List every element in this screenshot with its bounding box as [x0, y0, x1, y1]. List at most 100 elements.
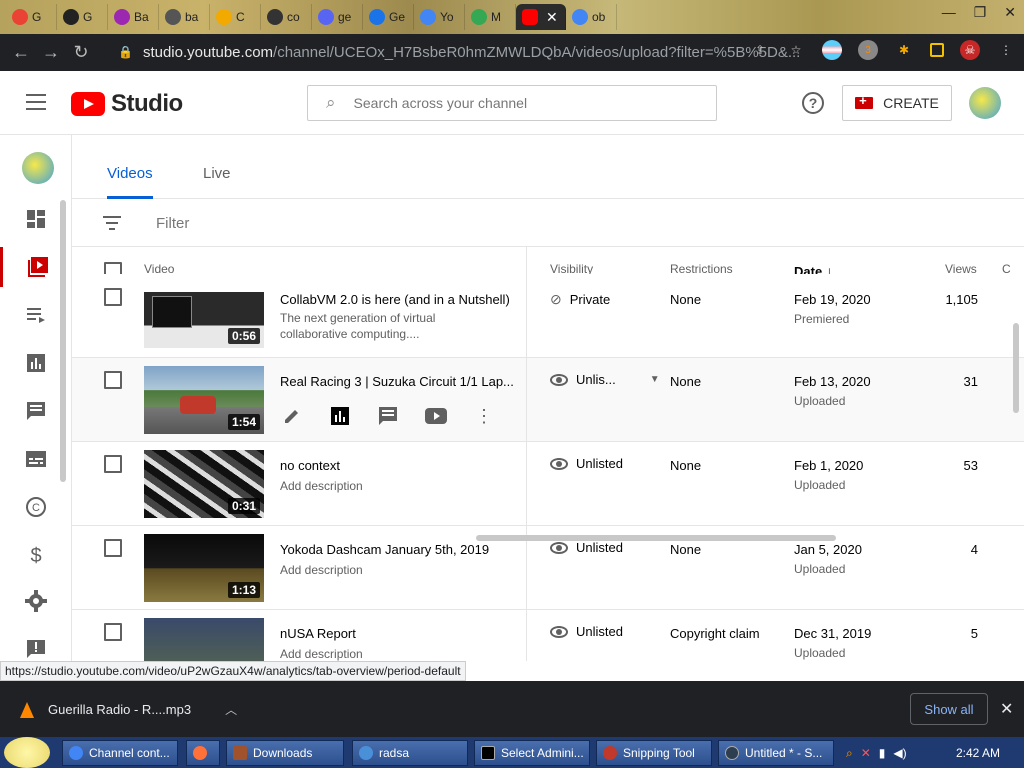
taskbar-item-admin-console[interactable]: Select Admini...: [474, 740, 590, 766]
browser-tab[interactable]: G: [6, 4, 57, 30]
edit-pencil-icon[interactable]: [280, 404, 304, 428]
close-tab-icon[interactable]: ✕: [546, 9, 558, 26]
tab-videos[interactable]: Videos: [107, 165, 153, 182]
back-arrow-icon[interactable]: ←: [6, 42, 36, 63]
browser-tab[interactable]: Yo: [414, 4, 465, 30]
video-title[interactable]: no context: [280, 458, 515, 473]
row-checkbox[interactable]: [104, 288, 122, 306]
channel-avatar[interactable]: [22, 152, 54, 184]
youtube-play-icon[interactable]: [424, 404, 448, 428]
video-thumbnail[interactable]: 1:54: [144, 366, 264, 434]
browser-tab[interactable]: Ba: [108, 4, 159, 30]
filter-bar[interactable]: Filter: [72, 199, 1024, 247]
browser-tab[interactable]: C: [210, 4, 261, 30]
browser-tab-active[interactable]: ✕: [516, 4, 566, 30]
monetization-nav-icon[interactable]: $: [0, 535, 72, 575]
hamburger-menu-icon[interactable]: [26, 94, 46, 110]
video-thumbnail[interactable]: [144, 618, 264, 661]
close-window-icon[interactable]: ✕: [1004, 4, 1016, 21]
row-checkbox[interactable]: [104, 371, 122, 389]
settings-gear-icon[interactable]: [0, 581, 72, 621]
chevron-up-icon[interactable]: ︿: [225, 701, 237, 718]
comments-icon[interactable]: [376, 404, 400, 428]
youtube-studio-logo[interactable]: Studio: [71, 90, 183, 118]
video-thumbnail[interactable]: 0:56: [144, 292, 264, 348]
reload-icon[interactable]: ↻: [66, 42, 96, 63]
forward-arrow-icon[interactable]: →: [36, 42, 66, 63]
taskbar-item-chrome[interactable]: Channel cont...: [62, 740, 178, 766]
share-icon[interactable]: ⇪: [750, 40, 770, 60]
show-all-button[interactable]: Show all: [910, 693, 988, 725]
browser-tab[interactable]: Ge: [363, 4, 414, 30]
table-row[interactable]: 0:31 no context Add description Unlisted…: [72, 442, 1024, 526]
clock[interactable]: 2:42 AM: [956, 746, 1000, 760]
table-row[interactable]: 0:56 CollabVM 2.0 is here (and in a Nuts…: [72, 274, 1024, 358]
visibility-cell[interactable]: Unlisted: [550, 456, 623, 471]
browser-tab[interactable]: co: [261, 4, 312, 30]
pride-flag-extension-icon[interactable]: [822, 40, 842, 60]
video-title[interactable]: nUSA Report: [280, 626, 515, 641]
extensions-puzzle-icon[interactable]: ✱: [894, 40, 914, 60]
browser-tab[interactable]: ba: [159, 4, 210, 30]
create-button[interactable]: CREATE: [842, 85, 952, 121]
visibility-cell[interactable]: ⊘ Private: [550, 291, 610, 308]
eye-off-icon: ⊘: [550, 291, 562, 307]
battery-icon[interactable]: ▮: [879, 746, 886, 760]
search-icon[interactable]: ⌕: [846, 746, 853, 761]
tab-live[interactable]: Live: [203, 165, 231, 182]
more-options-icon[interactable]: ⋮: [472, 404, 496, 428]
video-title[interactable]: Real Racing 3 | Suzuka Circuit 1/1 Lap..…: [280, 374, 515, 389]
add-description-link[interactable]: Add description: [280, 478, 480, 494]
browser-tab[interactable]: G: [57, 4, 108, 30]
download-item[interactable]: Guerilla Radio - R....mp3 ︿: [20, 701, 237, 718]
horizontal-scrollbar[interactable]: [476, 535, 836, 541]
row-checkbox[interactable]: [104, 455, 122, 473]
video-title[interactable]: Yokoda Dashcam January 5th, 2019: [280, 542, 515, 557]
close-icon[interactable]: ✕: [1000, 699, 1013, 719]
profile-icon[interactable]: ☠: [960, 40, 980, 60]
filter-icon[interactable]: [103, 216, 121, 230]
taskbar-item-downloads[interactable]: Downloads: [226, 740, 344, 766]
start-button[interactable]: [4, 737, 50, 768]
browser-tab[interactable]: ge: [312, 4, 363, 30]
browser-menu-icon[interactable]: ⋮: [996, 40, 1016, 60]
filter-input[interactable]: Filter: [156, 215, 189, 232]
taskbar-item-firefox[interactable]: [186, 740, 220, 766]
dropdown-caret-icon[interactable]: ▼: [650, 374, 660, 385]
browser-tab[interactable]: M: [465, 4, 516, 30]
row-checkbox[interactable]: [104, 623, 122, 641]
visibility-cell[interactable]: Unlis... ▼: [550, 372, 660, 387]
row-checkbox[interactable]: [104, 539, 122, 557]
video-thumbnail[interactable]: 1:13: [144, 534, 264, 602]
analytics-icon[interactable]: [328, 404, 352, 428]
table-row[interactable]: 1:54 Real Racing 3 | Suzuka Circuit 1/1 …: [72, 358, 1024, 442]
add-description-link[interactable]: Add description: [280, 562, 480, 578]
browser-navbar: ← → ↻ 🔒 studio.youtube.com/channel/UCEOx…: [0, 34, 1024, 71]
content-scrollbar[interactable]: [1013, 323, 1019, 413]
minimize-icon[interactable]: —: [942, 4, 956, 21]
copyright-nav-icon[interactable]: C: [0, 487, 72, 527]
visibility-cell[interactable]: Unlisted: [550, 540, 623, 555]
rail-scrollbar[interactable]: [60, 200, 66, 482]
address-bar[interactable]: 🔒 studio.youtube.com/channel/UCEOx_H7Bsb…: [104, 37, 824, 67]
taskbar-item-radsa[interactable]: radsa: [352, 740, 468, 766]
maximize-icon[interactable]: ❐: [974, 4, 987, 21]
visibility-cell[interactable]: Unlisted: [550, 624, 623, 639]
video-thumbnail[interactable]: 0:31: [144, 450, 264, 518]
help-icon[interactable]: ?: [802, 92, 824, 114]
search-input[interactable]: [353, 95, 674, 111]
table-row[interactable]: nUSA Report Add description Unlisted Cop…: [72, 610, 1024, 661]
extension-badge-icon[interactable]: 3: [858, 40, 878, 60]
volume-icon[interactable]: ◀): [893, 746, 906, 760]
taskbar-item-snipping-tool[interactable]: Snipping Tool: [596, 740, 712, 766]
account-avatar[interactable]: [969, 87, 1001, 119]
add-description-link[interactable]: Add description: [280, 646, 480, 661]
folder-icon: [233, 746, 247, 760]
search-box[interactable]: ⌕: [307, 85, 717, 121]
video-title[interactable]: CollabVM 2.0 is here (and in a Nutshell): [280, 292, 515, 307]
browser-tab[interactable]: ob: [566, 4, 617, 30]
network-warning-icon[interactable]: ✕: [861, 746, 871, 760]
sidepanel-icon[interactable]: [930, 43, 944, 57]
bookmark-star-icon[interactable]: ☆: [786, 40, 806, 60]
taskbar-item-untitled[interactable]: Untitled * - S...: [718, 740, 834, 766]
